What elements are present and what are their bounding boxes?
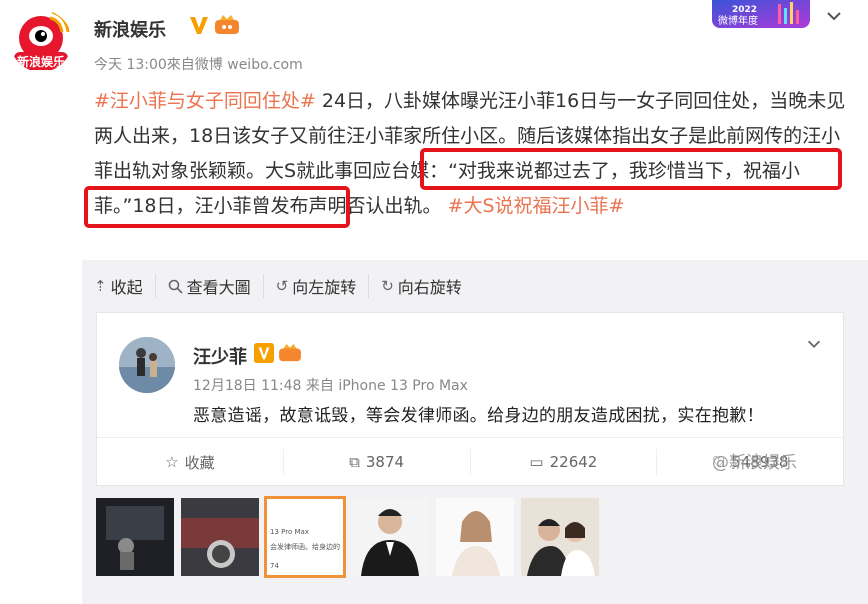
- hashtag-link-2[interactable]: #大S说祝福汪小菲#: [448, 195, 625, 217]
- collapse-arrow-icon: ⇡: [94, 277, 107, 295]
- card-vip-crown-icon: [279, 343, 301, 362]
- post-meta: 今天 13:00來自微博 weibo.com: [94, 57, 303, 73]
- thumb3-line2: 会发律师函。给身边的: [270, 543, 340, 551]
- image-toolbar: ⇡ 收起 查看大圖 ↺ 向左旋转 ↻ 向右旋转: [94, 272, 474, 300]
- rotate-right-label: 向右旋转: [397, 278, 462, 297]
- more-chevron-icon[interactable]: [824, 6, 844, 26]
- avatar-text: 新浪娱乐: [17, 54, 65, 69]
- author-name[interactable]: 新浪娱乐: [94, 16, 166, 42]
- author-avatar[interactable]: 新浪娱乐: [10, 10, 72, 72]
- thumbnail-6[interactable]: [521, 498, 599, 576]
- rotate-right-button[interactable]: ↻ 向右旋转: [369, 274, 474, 298]
- promo-banner[interactable]: 2022 微博年度: [712, 0, 810, 28]
- card-chevron-icon: [807, 340, 821, 348]
- magnifier-icon: [168, 279, 183, 294]
- card-meta: 12月18日 11:48 来自 iPhone 13 Pro Max: [193, 378, 468, 394]
- card-post-text: 恶意造谣，故意诋毁，等会发律师函。给身边的朋友造成困扰，实在抱歉！: [193, 406, 764, 426]
- rotate-left-button[interactable]: ↺ 向左旋转: [264, 274, 370, 298]
- card-verified-v-icon: [254, 343, 274, 363]
- collapse-label: 收起: [110, 278, 143, 297]
- card-fav-label: 收藏: [184, 453, 215, 472]
- promo-year: 2022: [732, 5, 757, 15]
- comment-icon: ▭: [529, 453, 544, 471]
- post-text: #汪小菲与女子同回住处# 24日，八卦媒体曝光汪小菲16日与一女子同回住处，当晚…: [94, 84, 850, 224]
- thumbnail-strip: 13 Pro Max 会发律师函。给身边的 74: [96, 496, 599, 578]
- thumbnail-2[interactable]: [181, 498, 259, 576]
- thumbnail-4[interactable]: [351, 498, 429, 576]
- post-text-part3: 18日，汪小菲曾发布声明否认出轨。: [132, 195, 442, 217]
- card-avatar: [119, 337, 175, 393]
- rotate-right-icon: ↻: [381, 277, 394, 295]
- view-large-label: 查看大圖: [186, 278, 251, 297]
- collapse-button[interactable]: ⇡ 收起: [94, 274, 156, 298]
- promo-text: 微博年度: [718, 14, 758, 27]
- thumbnail-5[interactable]: [436, 498, 514, 576]
- thumb3-line1: 13 Pro Max: [270, 528, 309, 536]
- thumb3-line3: 74: [270, 562, 279, 570]
- rotate-left-label: 向左旋转: [292, 278, 357, 297]
- repost-icon: ⧉: [349, 453, 360, 471]
- rotate-left-icon: ↺: [275, 277, 289, 295]
- card-author-name: 汪少菲: [193, 347, 247, 368]
- card-comment-action: ▭ 22642: [471, 449, 658, 475]
- card-repost-action: ⧉ 3874: [284, 449, 471, 475]
- vip-crown-icon: [215, 15, 239, 34]
- thumbnail-3-selected[interactable]: 13 Pro Max 会发律师函。给身边的 74: [264, 496, 346, 578]
- card-comment-count: 22642: [549, 453, 598, 471]
- thumbnail-1[interactable]: [96, 498, 174, 576]
- star-icon: ☆: [165, 453, 179, 471]
- hashtag-link[interactable]: #汪小菲与女子同回住处#: [94, 90, 316, 112]
- watermark: @新浪娱乐: [712, 453, 797, 473]
- card-repost-count: 3874: [365, 453, 405, 471]
- verified-v-icon: [190, 17, 208, 34]
- view-large-button[interactable]: 查看大圖: [156, 274, 264, 298]
- card-fav-action: ☆ 收藏: [97, 449, 284, 475]
